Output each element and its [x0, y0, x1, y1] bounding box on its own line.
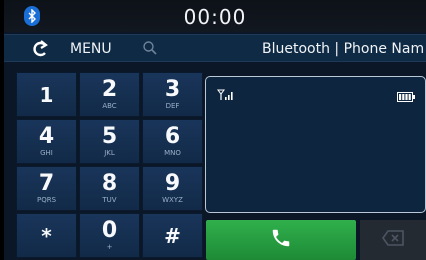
- device-title: Bluetooth | Phone Nam: [262, 41, 425, 57]
- key-digit: 4: [38, 123, 55, 149]
- key-1[interactable]: 1: [16, 72, 77, 117]
- number-display: [205, 76, 426, 213]
- clock: 00:00: [183, 5, 247, 29]
- key-letters: JKL: [104, 148, 115, 157]
- key-letters: GHI: [40, 148, 53, 157]
- delete-button[interactable]: [360, 220, 426, 260]
- key-0[interactable]: 0 +: [79, 213, 140, 258]
- key-6[interactable]: 6 MNO: [142, 119, 203, 164]
- key-digit: 8: [101, 170, 118, 196]
- key-digit: 1: [39, 82, 54, 107]
- key-digit: 5: [101, 123, 118, 149]
- menu-button[interactable]: MENU: [70, 41, 112, 57]
- key-9[interactable]: 9 WXYZ: [142, 166, 203, 211]
- key-digit: 7: [38, 170, 55, 196]
- key-digit: 0: [101, 217, 118, 243]
- key-letters: ABC: [102, 101, 117, 110]
- key-letters: TUV: [102, 195, 117, 204]
- key-digit: 6: [164, 123, 181, 149]
- key-star[interactable]: *: [16, 213, 77, 258]
- key-hash[interactable]: #: [142, 213, 203, 258]
- status-bar: 00:00: [4, 0, 426, 32]
- back-arrow-icon[interactable]: [30, 39, 50, 59]
- phone-call-icon: [270, 227, 292, 253]
- key-digit: *: [41, 223, 52, 248]
- key-5[interactable]: 5 JKL: [79, 119, 140, 164]
- key-2[interactable]: 2 ABC: [79, 72, 140, 117]
- key-8[interactable]: 8 TUV: [79, 166, 140, 211]
- backspace-icon: [382, 230, 404, 250]
- signal-icon: [217, 86, 233, 105]
- menu-bar: MENU Bluetooth | Phone Nam: [4, 34, 426, 62]
- key-digit: 2: [101, 76, 118, 102]
- battery-icon: [397, 87, 415, 106]
- key-letters: DEF: [165, 101, 180, 110]
- key-3[interactable]: 3 DEF: [142, 72, 203, 117]
- key-letters: PQRS: [36, 195, 57, 204]
- search-icon[interactable]: [142, 40, 158, 56]
- call-button[interactable]: [206, 220, 356, 260]
- key-letters: WXYZ: [162, 195, 183, 204]
- key-letters: MNO: [164, 148, 181, 157]
- key-digit: 9: [164, 170, 181, 196]
- key-4[interactable]: 4 GHI: [16, 119, 77, 164]
- key-7[interactable]: 7 PQRS: [16, 166, 77, 211]
- phone-dialer-screen: 00:00 MENU Bluetooth | Phone Nam 1 2 ABC: [0, 0, 426, 260]
- key-digit: #: [164, 223, 181, 248]
- key-digit: 3: [164, 76, 181, 102]
- key-letters: +: [106, 242, 113, 251]
